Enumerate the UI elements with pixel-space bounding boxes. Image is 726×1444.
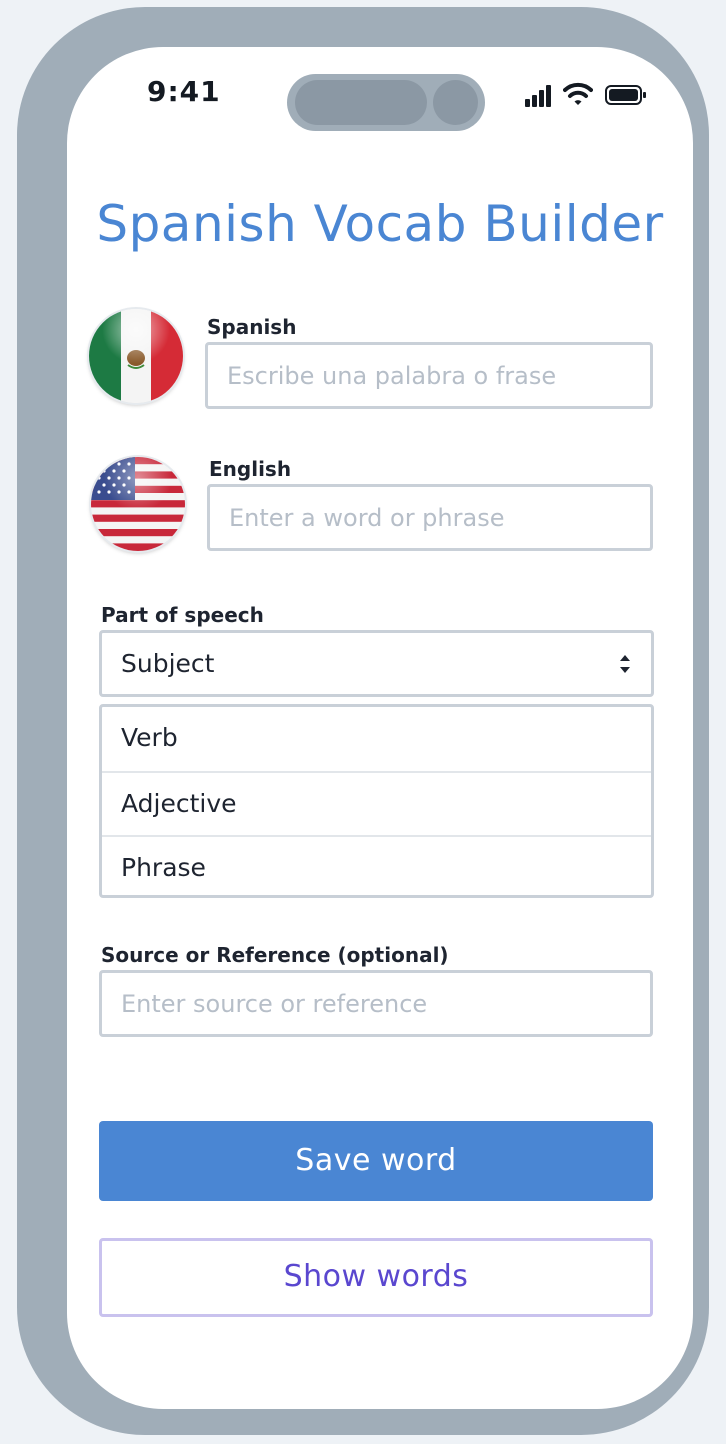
cellular-signal-icon [525, 85, 553, 107]
option-verb[interactable]: Verb [102, 707, 651, 771]
show-words-button[interactable]: Show words [99, 1238, 653, 1317]
part-of-speech-options: Verb Adjective Phrase [99, 704, 654, 898]
battery-icon [605, 85, 646, 105]
part-of-speech-select[interactable]: Subject [99, 630, 654, 697]
part-of-speech-label: Part of speech [101, 603, 264, 627]
page-title: Spanish Vocab Builder [96, 195, 664, 253]
mexico-flag-icon [89, 309, 183, 403]
option-phrase[interactable]: Phrase [102, 835, 651, 899]
dynamic-island [287, 74, 485, 131]
spanish-input[interactable] [205, 342, 653, 409]
option-adjective[interactable]: Adjective [102, 771, 651, 835]
wifi-icon [563, 81, 593, 107]
english-label: English [209, 457, 292, 481]
save-word-button[interactable]: Save word [99, 1121, 653, 1201]
english-input[interactable] [207, 484, 653, 551]
status-time: 9:41 [147, 75, 221, 108]
part-of-speech-selected: Subject [121, 649, 215, 678]
app-screen: 9:41 Spanish Vocab Builder Spanish Escri… [67, 47, 693, 1409]
phone-frame: 9:41 Spanish Vocab Builder Spanish Escri… [17, 7, 709, 1435]
source-label: Source or Reference (optional) [101, 943, 449, 967]
usa-flag-icon [91, 457, 185, 551]
chevron-up-down-icon [619, 652, 631, 676]
source-input[interactable] [99, 970, 653, 1037]
spanish-label: Spanish [207, 315, 297, 339]
